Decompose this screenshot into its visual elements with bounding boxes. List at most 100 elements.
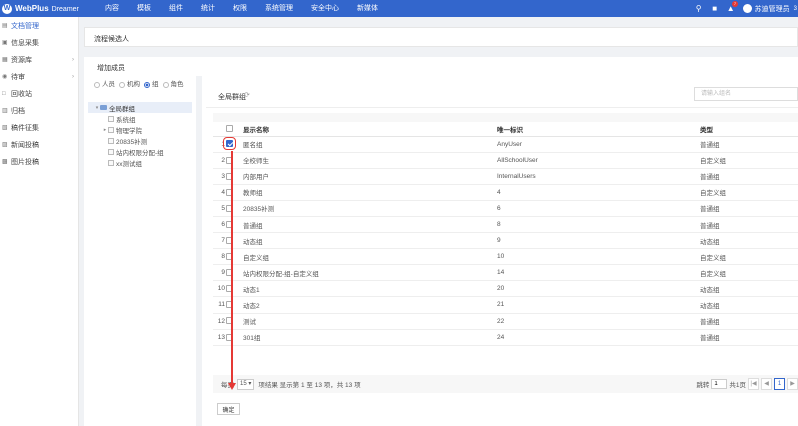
- group-title: 全局群组: [218, 94, 246, 101]
- table-row[interactable]: 7 动态组 9 动态组: [213, 232, 798, 250]
- goto-page-input[interactable]: [711, 379, 728, 389]
- current-page-button[interactable]: 1: [774, 378, 785, 390]
- topnav-item[interactable]: 组件: [160, 0, 192, 17]
- table-row[interactable]: 8 自定义组 10 自定义组: [213, 248, 798, 266]
- bell-icon[interactable]: ▲ 7: [723, 1, 739, 13]
- sidebar-item-label: 信息采集: [11, 39, 39, 47]
- tree-node-label: 20835补测: [116, 138, 148, 146]
- sidebar-item[interactable]: ▧ 稿件征集: [0, 119, 78, 136]
- confirm-button[interactable]: 确定: [217, 403, 240, 415]
- table-row[interactable]: 6 普通组 8 普通组: [213, 216, 798, 234]
- sidebar-item[interactable]: ▣ 信息采集: [0, 34, 78, 51]
- tree-node-label: 全局群组: [109, 105, 135, 113]
- first-page-button[interactable]: |◀: [748, 378, 759, 390]
- table-footer: 每页 15 ▾ 项结果 显示第 1 至 13 项，共 13 项 跳转 共1页 |…: [213, 375, 798, 393]
- sidebar-item[interactable]: ▨ 新闻投稿: [0, 136, 78, 153]
- topnav-item[interactable]: 系统管理: [256, 0, 302, 17]
- table-row[interactable]: 13 301组 24 普通组: [213, 329, 798, 346]
- table-row[interactable]: 2 全校师生 AllSchoolUser 自定义组: [213, 152, 798, 169]
- sidebar-item[interactable]: □ 回收站: [0, 85, 78, 102]
- tree-node[interactable]: ▾ 全局群组: [88, 102, 192, 113]
- row-checkbox[interactable]: [223, 137, 236, 151]
- member-type-radio[interactable]: 角色: [162, 80, 184, 89]
- table-row[interactable]: 3 内部用户 InternalUsers 普通组: [213, 168, 798, 185]
- prev-page-button[interactable]: ◀: [761, 378, 772, 390]
- group-search-input[interactable]: [694, 87, 798, 101]
- row-key: 9: [497, 232, 700, 250]
- app-sub-name: Dreamer: [51, 6, 79, 13]
- header-actions: ⚲ ■ ▲ 7 苏迪管理员 3: [691, 0, 798, 17]
- user-menu[interactable]: 苏迪管理员 3: [742, 4, 798, 14]
- header-type[interactable]: 类型: [700, 122, 798, 137]
- topnav-item[interactable]: 新媒体: [348, 0, 387, 17]
- row-index: 11: [213, 296, 226, 314]
- sidebar-item[interactable]: ▥ 归档: [0, 102, 78, 119]
- manuscript-icon: ▧: [2, 125, 8, 131]
- header-key[interactable]: 唯一标识: [497, 122, 700, 137]
- table-row[interactable]: 11 动态2 21 动态组: [213, 296, 798, 314]
- tree-node[interactable]: xx测试组: [88, 157, 192, 168]
- row-name: 动态组: [243, 232, 497, 250]
- topnav-item[interactable]: 内容: [96, 0, 128, 17]
- row-index: 10: [213, 280, 226, 298]
- row-key: 14: [497, 264, 700, 282]
- node-icon: [108, 126, 114, 133]
- member-type-radio[interactable]: 人员: [94, 80, 115, 89]
- node-icon: [108, 148, 114, 155]
- row-type: 自定义组: [700, 248, 798, 266]
- row-index: 13: [213, 329, 226, 346]
- panel-title: 流程候选人: [94, 36, 129, 43]
- shirt-icon[interactable]: ■: [707, 4, 723, 13]
- radio-button-icon: [144, 81, 150, 88]
- topnav-item[interactable]: 安全中心: [302, 0, 348, 17]
- row-index: 2: [213, 152, 226, 169]
- tree-node[interactable]: ▸ 物理学院: [88, 124, 192, 135]
- group-header: 全局群组 ⟳: [206, 82, 798, 108]
- next-page-button[interactable]: ▶: [787, 378, 798, 390]
- member-type-radio[interactable]: 机构: [119, 80, 140, 89]
- row-checkbox-cell: [226, 248, 243, 266]
- row-checkbox-cell: [226, 184, 243, 201]
- topnav-item[interactable]: 模板: [128, 0, 160, 17]
- topnav-item[interactable]: 权限: [224, 0, 256, 17]
- table-row[interactable]: 9 站内权限分配-组-自定义组 14 自定义组: [213, 264, 798, 282]
- pane-divider[interactable]: [196, 76, 202, 426]
- select-all-checkbox[interactable]: [226, 125, 233, 133]
- row-key: AllSchoolUser: [497, 152, 700, 169]
- row-name: 内部用户: [243, 168, 497, 185]
- sidebar-item-label: 归档: [11, 107, 25, 115]
- row-type: 动态组: [700, 296, 798, 314]
- annotation-arrow-line: [231, 151, 233, 387]
- header-name[interactable]: 显示名称: [243, 122, 497, 137]
- tree-node[interactable]: 站内权限分配-组: [88, 146, 192, 157]
- sidebar-item[interactable]: ▩ 图片投稿: [0, 153, 78, 170]
- sidebar-item-label: 图片投稿: [11, 158, 39, 166]
- refresh-icon[interactable]: ⟳: [244, 91, 250, 99]
- logo-mark-icon: W: [2, 3, 12, 14]
- topnav-item[interactable]: 统计: [192, 0, 224, 17]
- table-row[interactable]: 10 动态1 20 动态组: [213, 280, 798, 298]
- table-row[interactable]: 12 测试 22 普通组: [213, 313, 798, 330]
- group-tree-panel: 人员 机构 组 角色 ▾ 全局群组 系统组 ▸ 物理学院 20835补测 站内权限分配-组 xx测试…: [88, 80, 192, 426]
- search-icon[interactable]: ⚲: [691, 4, 707, 13]
- sidebar-item[interactable]: ▤ 文档管理: [0, 17, 78, 34]
- table-row[interactable]: 4 教师组 4 自定义组: [213, 184, 798, 201]
- row-type: 动态组: [700, 232, 798, 250]
- sidebar-item[interactable]: ◉ 待审 ›: [0, 68, 78, 85]
- sidebar-item[interactable]: ▦ 资源库 ›: [0, 51, 78, 68]
- group-table: 显示名称 唯一标识 类型 1 匿名组 AnyUser 普通组 2 全校师生 AllSchoo…: [213, 122, 798, 346]
- page-size-select[interactable]: 15 ▾: [237, 378, 255, 390]
- row-checkbox-cell: [226, 329, 243, 346]
- table-row[interactable]: 1 匿名组 AnyUser 普通组: [213, 136, 798, 153]
- row-checkbox-cell: [226, 200, 243, 217]
- node-icon: [108, 159, 114, 166]
- tree-node[interactable]: 系统组: [88, 113, 192, 124]
- table-row[interactable]: 5 20835补测 6 普通组: [213, 200, 798, 217]
- app-logo[interactable]: W WebPlus Dreamer: [0, 3, 90, 14]
- tree-node[interactable]: 20835补测: [88, 135, 192, 146]
- member-type-radio[interactable]: 组: [144, 80, 159, 89]
- sidebar-item-label: 新闻投稿: [11, 141, 39, 149]
- document-icon: ▤: [2, 23, 8, 29]
- node-icon: [108, 137, 114, 144]
- row-checkbox-cell: [226, 152, 243, 169]
